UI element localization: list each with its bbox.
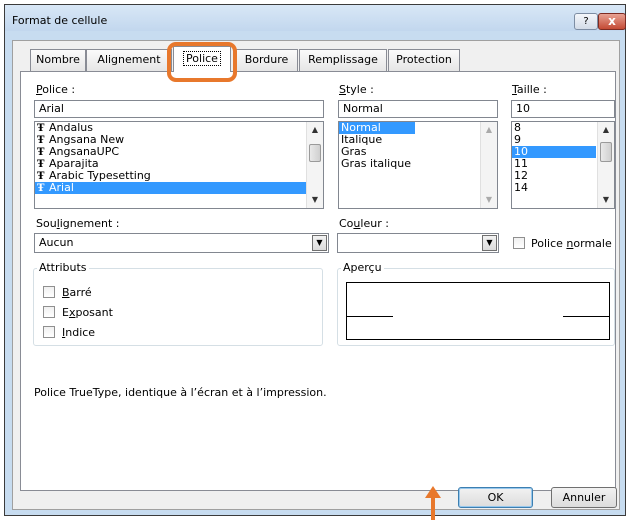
size-listbox[interactable]: 8 9 10 11 12 14 ▲ ▼ [511,121,615,209]
tab-bordure[interactable]: Bordure [235,49,298,71]
scroll-up-icon[interactable]: ▲ [307,122,323,138]
color-label: Couleur : [339,217,389,230]
list-item[interactable]: Gras italique [339,158,497,170]
strikethrough-label: Barré [62,286,92,299]
style-label: Style : [339,83,374,96]
tab-alignement[interactable]: Alignement [86,49,172,71]
normal-font-checkbox[interactable] [513,237,525,249]
style-listbox[interactable]: Normal Italique Gras Gras italique ▲ ▼ [338,121,498,209]
preview-box [346,282,610,340]
scrollbar-thumb[interactable] [600,142,612,162]
arrow-shaft [431,497,435,520]
normal-font-label: Police normale [531,237,612,250]
subscript-checkbox[interactable] [43,326,55,338]
dialog-title: Format de cellule [12,14,108,27]
scroll-down-icon[interactable]: ▼ [598,192,614,208]
size-input[interactable]: 10 [511,100,615,118]
scroll-down-icon[interactable]: ▼ [307,192,323,208]
scroll-up-icon[interactable]: ▲ [598,122,614,138]
underline-value: Aucun [39,236,74,249]
tab-nombre[interactable]: Nombre [30,49,86,71]
font-input[interactable]: Arial [34,100,324,118]
font-description: Police TrueType, identique à l’écran et … [34,386,327,399]
font-list-scrollbar[interactable]: ▲ ▼ [306,122,323,208]
size-list-scrollbar[interactable]: ▲ ▼ [597,122,614,208]
size-label: Taille : [512,83,547,96]
chevron-down-icon[interactable]: ▼ [312,235,327,251]
ok-button[interactable]: OK [458,487,533,508]
superscript-checkbox[interactable] [43,306,55,318]
truetype-icon: Ŧ [37,183,45,194]
scroll-up-icon[interactable]: ▲ [481,122,497,138]
tab-highlight-annotation [167,42,237,82]
attributes-title: Attributs [37,261,89,274]
font-label: Police : [36,83,76,96]
chevron-down-icon[interactable]: ▼ [482,235,497,251]
style-input[interactable]: Normal [338,100,498,118]
style-list-scrollbar[interactable]: ▲ ▼ [480,122,497,208]
font-listbox[interactable]: Ŧ Andalus Ŧ Angsana New Ŧ AngsanaUPC Ŧ Apara… [34,121,324,209]
color-select[interactable]: ▼ [337,233,499,253]
underline-select[interactable]: Aucun ▼ [34,233,329,253]
tab-remplissage[interactable]: Remplissage [299,49,387,71]
list-item-selected[interactable]: Ŧ Arial [35,182,323,194]
preview-title: Aperçu [341,261,384,274]
subscript-label: Indice [62,326,96,339]
scrollbar-thumb[interactable] [309,144,321,162]
list-item[interactable]: Ŧ Arabic Typesetting [35,170,323,183]
tab-protection[interactable]: Protection [388,49,460,71]
strikethrough-checkbox[interactable] [43,286,55,298]
cancel-button[interactable]: Annuler [551,487,617,508]
scroll-down-icon[interactable]: ▼ [481,192,497,208]
close-button[interactable]: x [598,13,626,30]
superscript-label: Exposant [62,306,113,319]
preview-baseline-right [563,316,609,317]
preview-baseline-left [347,316,393,317]
help-button[interactable]: ? [574,13,598,30]
underline-label: Soulignement : [36,217,120,230]
